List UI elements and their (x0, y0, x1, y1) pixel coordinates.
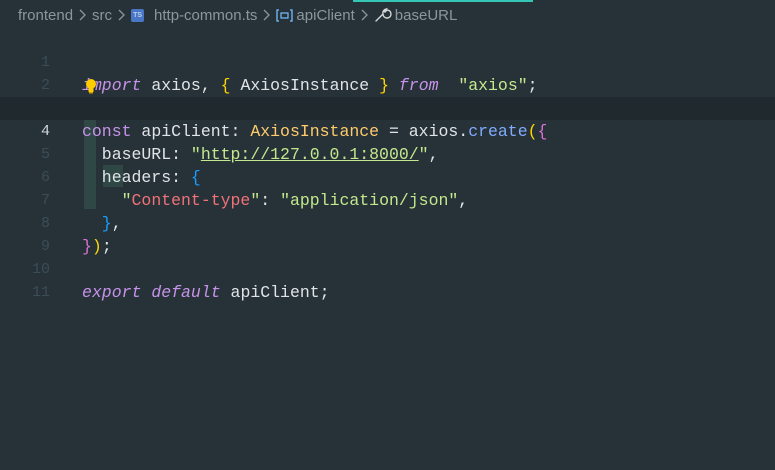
chevron-right-icon (78, 9, 87, 21)
line-number: 11 (31, 284, 50, 301)
symbol-variable-icon (276, 8, 294, 22)
code-line[interactable]: 1 import axios, { AxiosInstance } from "… (0, 28, 775, 95)
breadcrumb-baseurl-label: baseURL (394, 6, 458, 24)
breadcrumb-apiclient-label: apiClient (296, 6, 355, 24)
code-line[interactable]: 10 export default apiClient; (0, 235, 775, 302)
code-line[interactable]: 7 }, (0, 166, 775, 233)
breadcrumb-item-apiclient[interactable]: apiClient (276, 6, 355, 24)
breadcrumb-item-frontend[interactable]: frontend (18, 7, 73, 24)
chevron-right-icon (360, 9, 369, 21)
token-keyword: default (141, 283, 221, 302)
code-line[interactable]: 5 headers: { (0, 120, 775, 187)
code-line[interactable]: 6 "Content-type": "application/json", (0, 143, 775, 210)
breadcrumb-item-baseurl[interactable]: baseURL (374, 6, 458, 24)
chevron-right-icon (262, 9, 271, 21)
code-line-current[interactable]: 4 baseURL: "http://127.0.0.1:8000/", (0, 97, 775, 164)
code-editor[interactable]: 1 import axios, { AxiosInstance } from "… (0, 28, 775, 470)
breadcrumb-item-file[interactable]: TS http-common.ts (131, 7, 257, 24)
code-line[interactable]: 8 }); (0, 189, 775, 256)
lightbulb-icon[interactable] (84, 78, 98, 94)
breadcrumb-item-src[interactable]: src (92, 7, 112, 24)
breadcrumb: frontend src TS http-common.ts apiClient… (0, 0, 775, 30)
code-line[interactable]: 3 const apiClient: AxiosInstance = axios… (0, 74, 775, 141)
token-text: apiClient; (220, 283, 330, 302)
wrench-icon (374, 7, 392, 23)
code-line[interactable]: 2 (0, 51, 775, 94)
chevron-right-icon (117, 9, 126, 21)
code-text: export default apiClient; (82, 281, 330, 304)
typescript-file-icon: TS (131, 8, 145, 22)
breadcrumb-file-label: http-common.ts (154, 6, 258, 24)
code-line[interactable]: 9 (0, 212, 775, 255)
code-line[interactable]: 11 (0, 258, 775, 301)
token-keyword: export (82, 283, 142, 302)
